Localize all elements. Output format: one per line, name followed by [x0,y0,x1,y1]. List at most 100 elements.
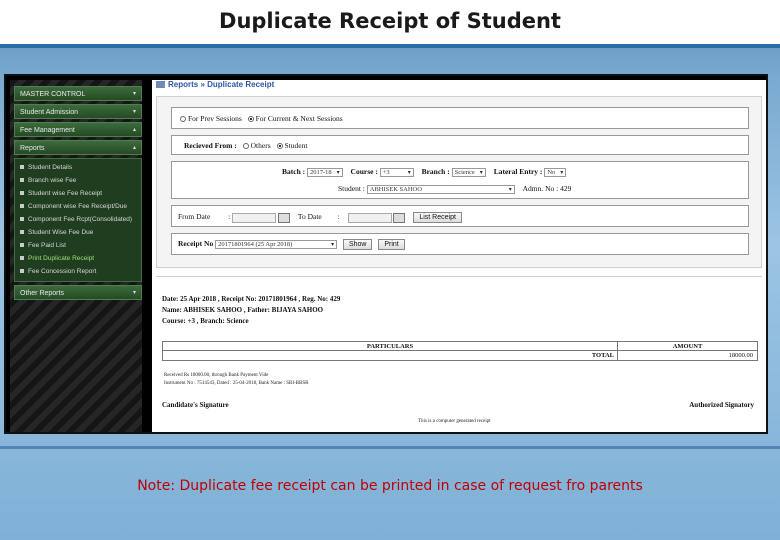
radio-prev-sessions[interactable] [180,116,186,123]
chevron-up-icon: ▴ [132,145,136,151]
sidebar-item-student-details[interactable]: Student Details [15,161,141,174]
print-button[interactable]: Print [378,239,405,250]
sidebar-item-master-control[interactable]: MASTER CONTROL ▾ [14,86,142,101]
radio-label: Student [284,141,308,150]
branch-select[interactable]: Science [451,167,486,177]
sidebar-item-reports[interactable]: Reports ▴ [14,140,142,155]
total-label: TOTAL [163,351,618,360]
candidate-signature: Candidate's Signature [162,401,229,409]
sidebar-item-component-wise-fee[interactable]: Component wise Fee Receipt/Due [15,200,141,213]
sidebar-item-branch-wise-fee[interactable]: Branch wise Fee [15,174,141,187]
sidebar-item-label: Student Details [28,164,73,171]
sidebar-item-label: Student wise Fee Receipt [28,190,103,197]
sidebar-item-label: Component wise Fee Receipt/Due [28,203,127,210]
bullet-icon [20,217,24,222]
student-row: Student : ABHISEK SAHOO Admn. No : 429 [338,184,571,194]
radio-student[interactable] [276,143,283,150]
receipt-no-select[interactable]: 20171801964 (25 Apr 2018) [215,240,338,249]
sidebar-item-fee-concession-report[interactable]: Fee Concession Report [15,265,141,278]
col-amount: AMOUNT [672,343,703,350]
sidebar-item-label: Reports [20,145,45,152]
radio-label: For Prev Sessions [188,114,242,123]
slide-title: Duplicate Receipt of Student [0,0,780,44]
chevron-down-icon: ▾ [132,91,136,97]
bullet-icon [20,256,24,261]
chevron-down-icon: ▾ [132,109,136,115]
batch-select[interactable]: 2017-18 [307,167,343,177]
receipt-footer: This is a computer generated receipt [418,419,491,424]
student-select[interactable]: ABHISEK SAHOO [366,184,515,194]
header-stripe [0,44,780,48]
payment-line-1: Received Rs 18000.00, through Bank Payme… [164,373,269,378]
sidebar-item-label: Component Fee Rcpt(Consolidated) [28,216,133,223]
to-date-label: To Date [297,212,322,222]
bullet-icon [20,191,24,196]
show-button[interactable]: Show [342,239,373,250]
receipt-name-line: Name: ABHISEK SAHOO , Father: BIJAYA SAH… [162,306,324,314]
from-date-label: From Date [178,212,211,222]
receipt-course-line: Course: +3 , Branch: Science [162,317,249,325]
table-header-row: PARTICULARS AMOUNT [163,342,757,351]
sidebar-item-label: Fee Concession Report [28,268,97,275]
date-range-box: From Date : To Date : List Receipt [171,205,749,227]
sidebar-item-student-wise-fee-receipt[interactable]: Student wise Fee Receipt [15,187,141,200]
from-date-input[interactable] [232,212,277,223]
filter-form: For Prev Sessions For Current & Next Ses… [156,96,762,268]
sidebar-item-print-duplicate-receipt[interactable]: Print Duplicate Receipt [15,252,141,265]
breadcrumb-text: Reports » Duplicate Receipt [168,80,275,89]
sidebar-item-component-fee-consolidated[interactable]: Component Fee Rcpt(Consolidated) [15,213,141,226]
admn-value: 429 [560,184,572,193]
student-label: Student : [338,184,365,193]
total-value: 18000.00 [728,352,753,359]
received-from-label: Recieved From : [184,141,237,150]
bullet-icon [20,204,24,209]
bullet-icon [20,165,24,170]
receipt-preview: Date: 25 Apr 2018 , Receipt No: 20171801… [156,276,762,432]
sidebar-item-student-admission[interactable]: Student Admission ▾ [14,104,142,119]
admn-label: Admn. No : [522,184,559,193]
calendar-icon[interactable] [278,212,291,223]
receipt-select-box: Receipt No 20171801964 (25 Apr 2018) Sho… [171,233,749,255]
bullet-icon [20,178,24,183]
receipt-no-label: Receipt No [178,239,214,249]
calendar-icon[interactable] [393,212,406,223]
table-total-row: TOTAL 18000.00 [163,351,757,360]
chevron-down-icon: ▾ [132,290,136,296]
lateral-entry-label: Lateral Entry : [493,167,543,176]
list-receipt-button[interactable]: List Receipt [413,212,462,223]
sidebar-item-label: MASTER CONTROL [20,91,86,98]
bullet-icon [20,230,24,235]
sidebar-item-label: Student Wise Fee Due [28,229,94,236]
col-particulars: PARTICULARS [163,342,618,350]
chevron-up-icon: ▴ [132,127,136,133]
sidebar-item-fee-paid-list[interactable]: Fee Paid List [15,239,141,252]
radio-current-sessions[interactable] [247,116,254,123]
course-label: Course : [350,167,378,176]
payment-line-2: Instrument No : 7514543, Dated : 25-04-2… [164,381,309,386]
sidebar-item-student-wise-fee-due[interactable]: Student Wise Fee Due [15,226,141,239]
home-icon [156,81,165,89]
receipt-table: PARTICULARS AMOUNT TOTAL 18000.00 [162,341,758,361]
footer-stripe [0,446,780,449]
course-select[interactable]: +3 [379,167,414,177]
branch-label: Branch : [421,167,450,176]
sidebar-item-other-reports[interactable]: Other Reports ▾ [14,285,142,300]
sidebar-item-label: Print Duplicate Receipt [28,255,95,262]
radio-label: Others [250,141,271,150]
receipt-date-line: Date: 25 Apr 2018 , Receipt No: 20171801… [162,295,341,303]
slide-note: Note: Duplicate fee receipt can be print… [137,478,643,494]
bullet-icon [20,269,24,274]
lateral-entry-select[interactable]: No [544,167,567,177]
authorized-signatory: Authorized Signatory [689,401,754,409]
main-content: Reports » Duplicate Receipt For Prev Ses… [152,80,766,432]
sidebar-item-fee-management[interactable]: Fee Management ▴ [14,122,142,137]
sidebar-item-label: Student Admission [20,109,78,116]
batch-row: Batch : 2017-18 Course : +3 Branch : Sci… [282,167,567,177]
radio-label: For Current & Next Sessions [255,114,343,123]
to-date-input[interactable] [347,212,392,223]
radio-others[interactable] [242,143,249,150]
sidebar-item-label: Fee Management [20,127,75,134]
colon-text: : [337,212,340,222]
sidebar-item-label: Other Reports [20,290,64,297]
received-from-box: Recieved From : Others Student [171,135,749,155]
